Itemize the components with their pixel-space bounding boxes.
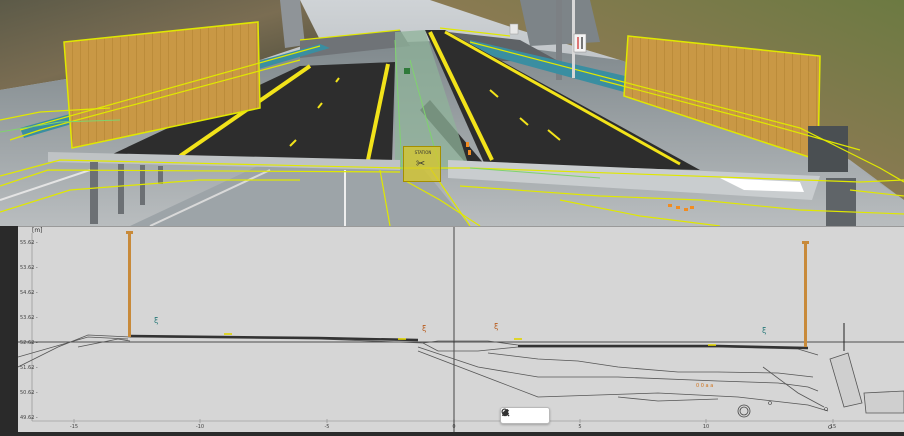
bottom-edge <box>18 432 904 436</box>
direction-sign <box>573 33 587 53</box>
eraser-icon[interactable] <box>501 409 547 422</box>
axis-unit-label: [m] <box>32 227 43 234</box>
lane-markers <box>224 333 716 346</box>
section-symbol-orange-2: ξ <box>494 322 498 331</box>
y-tick-label: 53.62 - <box>20 315 38 321</box>
abutment-block <box>829 352 863 408</box>
cross-section-drawing: ξ ξ ξ ξ 0 0 a a <box>18 227 904 433</box>
magnifier-icon[interactable] <box>501 408 531 422</box>
viewport-edge <box>0 226 18 436</box>
x-tick-label: -10 <box>195 424 205 430</box>
y-tick-label: 50.62 - <box>20 390 38 396</box>
x-tick-label: 5 <box>578 424 582 430</box>
y-tick-label: 51.62 - <box>20 365 38 371</box>
x-tick-label: -15 <box>69 424 79 430</box>
x-tick-label: 10 <box>702 424 710 430</box>
y-tick-label: 52.62 - <box>20 340 38 346</box>
light-pole-right <box>804 243 807 347</box>
section-toolbar <box>500 407 550 424</box>
section-symbol-teal-2: ξ <box>762 326 766 335</box>
x-tick-label: 0 <box>452 424 456 430</box>
cone-annotation: 0 0 a a <box>696 383 713 389</box>
3d-viewport[interactable]: STATION ✂ <box>0 0 904 226</box>
x-tick-label: -5 <box>324 424 330 430</box>
station-marker-label: STATION <box>414 150 432 155</box>
y-tick-label: 49.62 - <box>20 415 38 421</box>
y-tick-label: 53.62 - <box>20 265 38 271</box>
section-symbol-orange-1: ξ <box>422 324 426 333</box>
road-surface-right <box>518 344 809 350</box>
x-tick-label: 15 <box>829 424 837 430</box>
road-surface-left <box>129 334 419 342</box>
scissors-icon: ✂ <box>416 158 426 170</box>
3d-scene <box>0 0 904 226</box>
station-cut-marker[interactable]: STATION ✂ <box>403 146 441 182</box>
cross-section-view[interactable]: ξ ξ ξ ξ 0 0 a a [m] 55.62 - 53.62 - 54.6… <box>18 226 904 433</box>
y-tick-label: 54.62 - <box>20 290 38 296</box>
light-pole-left <box>128 233 131 337</box>
section-symbol-teal-1: ξ <box>154 316 158 325</box>
y-tick-label: 55.62 - <box>20 240 38 246</box>
